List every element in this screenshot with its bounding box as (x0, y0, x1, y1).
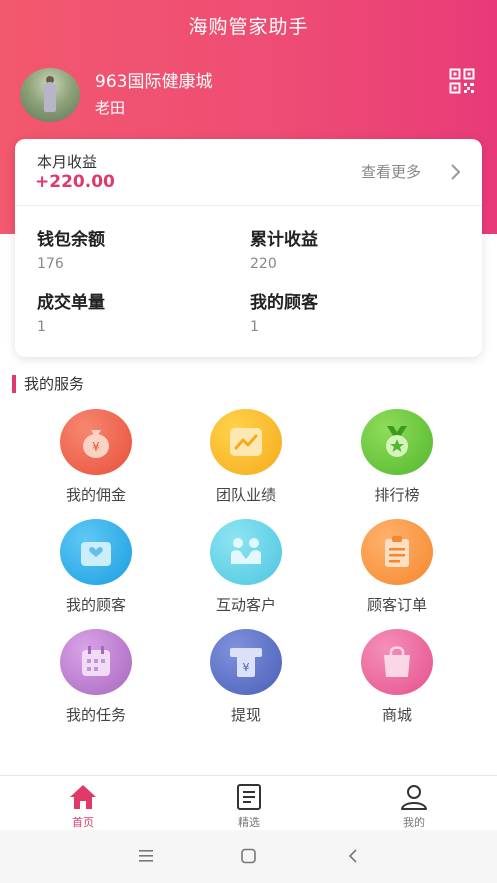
customer-heart-icon (60, 519, 132, 585)
deal-count-title[interactable]: 成交单量 (37, 288, 105, 313)
service-my-customers[interactable]: 我的顾客 (36, 519, 156, 615)
service-mall[interactable]: 商城 (337, 629, 457, 725)
earnings-header: 本月收益 +220.00 查看更多 (15, 139, 482, 206)
tab-featured[interactable]: 精选 (199, 776, 299, 830)
handshake-icon (210, 519, 282, 585)
document-icon (237, 784, 261, 810)
back-icon[interactable] (344, 848, 364, 864)
total-earnings-value: 220 (250, 256, 277, 272)
bottom-tab-bar: 首页 精选 我的 (0, 775, 497, 830)
earnings-card: 本月收益 +220.00 查看更多 钱包余额 176 累计收益 220 成交单量… (15, 139, 482, 357)
trend-chart-icon (210, 409, 282, 475)
service-label: 排行榜 (374, 486, 420, 504)
month-earnings-label: 本月收益 (37, 153, 98, 171)
service-withdraw[interactable]: ¥ 提现 (186, 629, 306, 725)
service-label: 我的顾客 (65, 596, 126, 614)
service-interactive-customers[interactable]: 互动客户 (186, 519, 306, 615)
my-customers-title[interactable]: 我的顾客 (250, 288, 318, 313)
order-list-icon (361, 519, 433, 585)
store-name: 963国际健康城 (95, 72, 213, 92)
wallet-balance-title[interactable]: 钱包余额 (37, 225, 105, 250)
svg-text:¥: ¥ (92, 440, 100, 454)
svg-text:¥: ¥ (243, 661, 250, 674)
service-team-performance[interactable]: 团队业绩 (186, 409, 306, 505)
view-more-link[interactable]: 查看更多 (361, 161, 421, 182)
service-label: 互动客户 (215, 596, 276, 614)
service-label: 顾客订单 (366, 596, 427, 614)
my-customers-value: 1 (250, 319, 259, 335)
tab-label: 首页 (72, 816, 94, 829)
month-earnings-value: +220.00 (35, 172, 115, 192)
home-icon (70, 785, 96, 809)
service-my-commission[interactable]: ¥ 我的佣金 (36, 409, 156, 505)
medal-icon (361, 409, 433, 475)
service-customer-orders[interactable]: 顾客订单 (337, 519, 457, 615)
service-label: 我的任务 (65, 706, 126, 724)
tab-mine[interactable]: 我的 (364, 776, 464, 830)
service-my-tasks[interactable]: 我的任务 (36, 629, 156, 725)
tab-label: 精选 (238, 816, 260, 829)
shopping-bag-icon (361, 629, 433, 695)
user-icon (401, 785, 427, 810)
money-bag-icon: ¥ (60, 409, 132, 475)
tab-home[interactable]: 首页 (33, 776, 133, 830)
deal-count-value: 1 (37, 319, 46, 335)
chevron-right-icon[interactable] (449, 163, 461, 181)
service-label: 提现 (230, 706, 261, 724)
home-square-icon[interactable] (239, 848, 259, 864)
calendar-icon (60, 629, 132, 695)
service-label: 商城 (381, 706, 412, 724)
app-title: 海购管家助手 (188, 16, 309, 38)
tab-label: 我的 (403, 816, 425, 829)
user-name: 老田 (95, 99, 126, 117)
service-leaderboard[interactable]: 排行榜 (337, 409, 457, 505)
qr-code-icon[interactable] (449, 68, 475, 94)
avatar[interactable] (20, 68, 80, 122)
system-navigation-bar (0, 830, 497, 883)
services-section-title: 我的服务 (12, 375, 84, 393)
withdraw-atm-icon: ¥ (210, 629, 282, 695)
wallet-balance-value: 176 (37, 256, 64, 272)
service-label: 团队业绩 (215, 486, 276, 504)
service-label: 我的佣金 (65, 486, 126, 504)
menu-icon[interactable] (137, 848, 157, 864)
total-earnings-title[interactable]: 累计收益 (250, 225, 318, 250)
